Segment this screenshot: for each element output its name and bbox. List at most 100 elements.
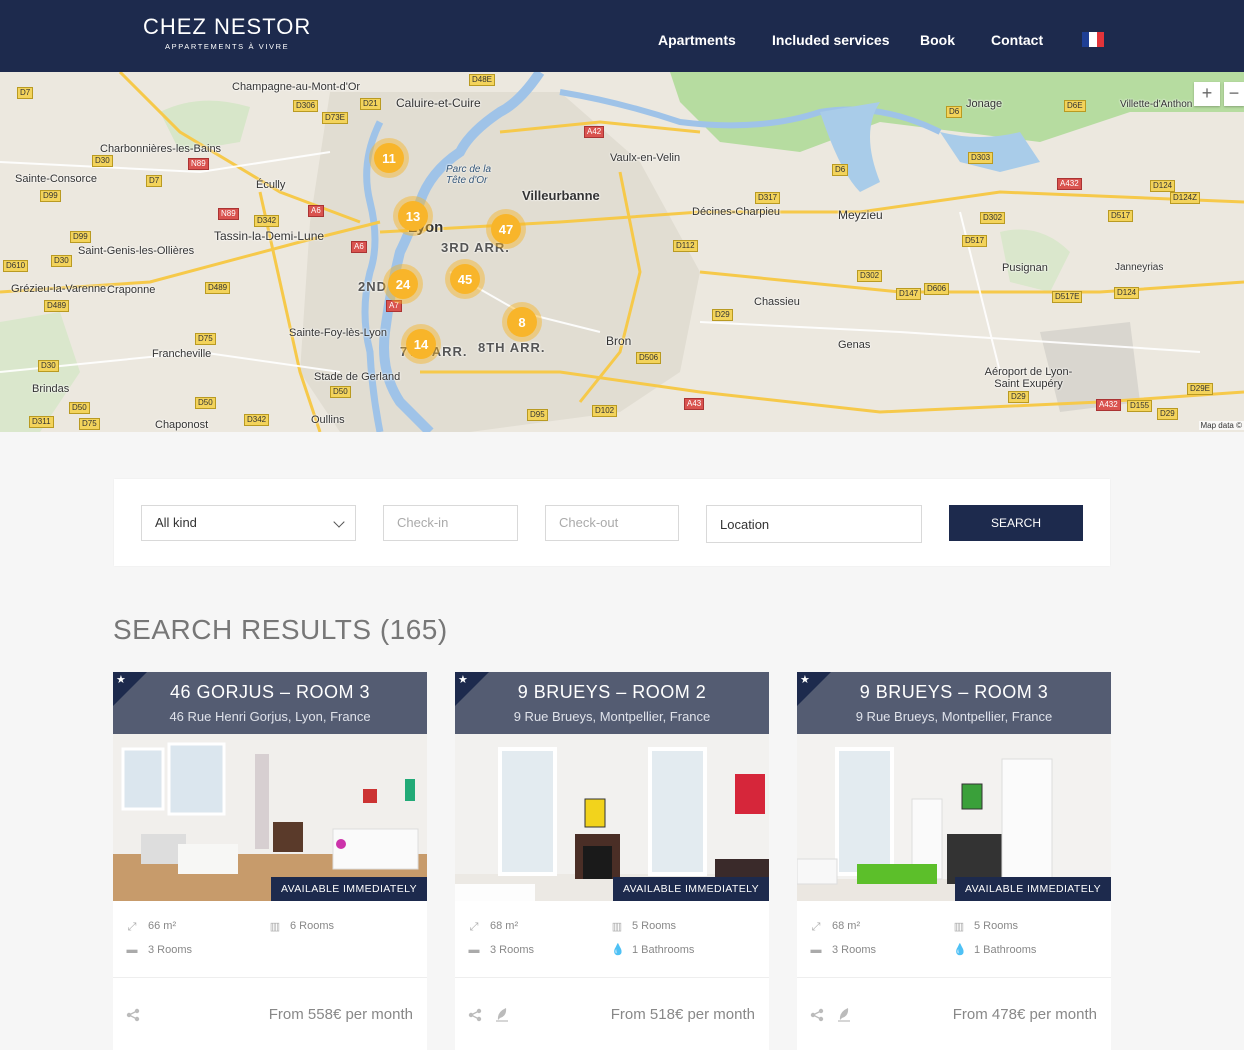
share-icon[interactable] (468, 1008, 482, 1022)
map-place-label: Pusignan (1002, 262, 1048, 274)
listing-title[interactable]: 9 BRUEYS – ROOM 2 (455, 682, 769, 703)
map-place-label: Craponne (107, 284, 156, 296)
bed-icon: ▬ (126, 944, 138, 956)
listing-total-rooms: 5 Rooms (974, 920, 1019, 932)
building-icon: ▥ (269, 921, 281, 933)
main-nav: Apartments Included services Book Contac… (0, 32, 1244, 52)
road-tag: D489 (44, 300, 70, 312)
road-tag: D342 (254, 215, 280, 227)
map-cluster-marker[interactable]: 14 (401, 324, 441, 364)
checkin-input[interactable]: Check-in (383, 505, 518, 541)
listing-photo[interactable]: AVAILABLE IMMEDIATELY (113, 734, 427, 901)
nav-apartments[interactable]: Apartments (658, 32, 736, 48)
map-place-label: Charbonnières-les-Bains (100, 143, 222, 155)
listing-price: From 558€ per month (268, 1006, 413, 1023)
nav-book[interactable]: Book (920, 32, 955, 48)
map-place-label: Saint-Genis-les-Ollières (78, 245, 195, 257)
road-tag: D306 (293, 100, 319, 112)
listing-total-rooms: 5 Rooms (632, 920, 677, 932)
results-title: SEARCH RESULTS (165) (113, 614, 448, 645)
nav-contact[interactable]: Contact (991, 32, 1043, 48)
card-header: 46 GORJUS – ROOM 3 46 Rue Henri Gorjus, … (113, 672, 427, 734)
road-tag: D73E (322, 112, 349, 124)
building-icon: ▥ (953, 921, 965, 933)
share-icon[interactable] (126, 1008, 140, 1022)
road-tag: A432 (1057, 178, 1082, 190)
listing-total-rooms: 6 Rooms (290, 920, 335, 932)
road-tag: D124 (1150, 180, 1176, 192)
listing-title[interactable]: 9 BRUEYS – ROOM 3 (797, 682, 1111, 703)
listing-price: From 478€ per month (952, 1006, 1097, 1023)
language-flag-icon[interactable] (1082, 32, 1104, 47)
water-drop-icon: 💧 (611, 944, 625, 956)
listing-photo[interactable]: AVAILABLE IMMEDIATELY (455, 734, 769, 901)
map-cluster-marker[interactable]: 11 (369, 138, 409, 178)
listing-area: 68 m² (490, 920, 519, 932)
eco-leaf-icon (496, 1008, 508, 1022)
listing-photo[interactable]: AVAILABLE IMMEDIATELY (797, 734, 1111, 901)
road-tag: A6 (308, 205, 324, 217)
map-place-label: Sainte-Consorce (15, 173, 97, 185)
card-divider (113, 977, 427, 978)
availability-badge: AVAILABLE IMMEDIATELY (271, 877, 427, 901)
road-tag: D75 (79, 418, 100, 430)
road-tag: D517 (1108, 210, 1134, 222)
map-cluster-marker[interactable]: 47 (486, 209, 526, 249)
map-place-label: Vaulx-en-Velin (610, 152, 681, 164)
road-tag: D102 (592, 405, 618, 417)
area-icon: ⤢ (469, 921, 479, 933)
listing-card[interactable]: 9 BRUEYS – ROOM 3 9 Rue Brueys, Montpell… (797, 672, 1111, 1050)
listing-card[interactable]: 9 BRUEYS – ROOM 2 9 Rue Brueys, Montpell… (455, 672, 769, 1050)
search-button[interactable]: SEARCH (949, 505, 1083, 541)
location-input[interactable]: Location (706, 505, 922, 543)
water-drop-icon: 💧 (953, 944, 967, 956)
road-tag: D99 (70, 231, 91, 243)
road-tag: D317 (755, 192, 781, 204)
search-form: All kind Check-in Check-out Location SEA… (114, 479, 1110, 566)
checkout-input[interactable]: Check-out (545, 505, 679, 541)
map-cluster-marker[interactable]: 13 (393, 196, 433, 236)
listing-address: 46 Rue Henri Gorjus, Lyon, France (169, 709, 371, 724)
map-place-label: Francheville (152, 348, 212, 360)
road-tag: D610 (3, 260, 29, 272)
map-place-label: Villette-d'Anthon (1120, 99, 1193, 110)
map-place-label: Stade de Gerland (314, 371, 401, 383)
map-cluster-marker[interactable]: 24 (383, 264, 423, 304)
map-cluster-marker[interactable]: 8 (502, 302, 542, 342)
road-tag: A6 (351, 241, 367, 253)
road-tag: D302 (857, 270, 883, 282)
share-icon[interactable] (810, 1008, 824, 1022)
map-zoom-in-button[interactable]: + (1194, 82, 1220, 106)
map-place-label: Jonage (966, 98, 1003, 110)
eco-leaf-icon (838, 1008, 850, 1022)
road-tag: D303 (968, 152, 994, 164)
map-cluster-marker[interactable]: 45 (445, 259, 485, 299)
road-tag: A43 (684, 398, 705, 410)
road-tag: D29E (1187, 383, 1214, 395)
availability-badge: AVAILABLE IMMEDIATELY (613, 877, 769, 901)
road-tag: N89 (188, 158, 209, 170)
map-place-label: Meyzieu (838, 208, 883, 222)
map-place-label: Genas (838, 339, 871, 351)
road-tag: D606 (924, 283, 950, 295)
star-icon: ★ (116, 674, 126, 686)
listing-area: 66 m² (148, 920, 177, 932)
listing-price: From 518€ per month (610, 1006, 755, 1023)
availability-badge: AVAILABLE IMMEDIATELY (955, 877, 1111, 901)
map-zoom-out-button[interactable]: − (1224, 82, 1244, 106)
road-tag: D48E (469, 74, 496, 86)
results-map[interactable]: Champagne-au-Mont-d'Or Caluire-et-Cuire … (0, 72, 1244, 432)
road-tag: D29 (712, 309, 733, 321)
bed-icon: ▬ (468, 944, 480, 956)
road-tag: D75 (195, 333, 216, 345)
listing-card[interactable]: 46 GORJUS – ROOM 3 46 Rue Henri Gorjus, … (113, 672, 427, 1050)
nav-included-services[interactable]: Included services (772, 32, 890, 48)
kind-select[interactable]: All kind (141, 505, 356, 541)
road-tag: D6 (946, 106, 963, 118)
map-place-label: Villeurbanne (522, 188, 600, 203)
building-icon: ▥ (611, 921, 623, 933)
road-tag: N89 (218, 208, 239, 220)
listing-title[interactable]: 46 GORJUS – ROOM 3 (113, 682, 427, 703)
map-place-label: Oullins (311, 414, 345, 426)
road-tag: D99 (40, 190, 61, 202)
